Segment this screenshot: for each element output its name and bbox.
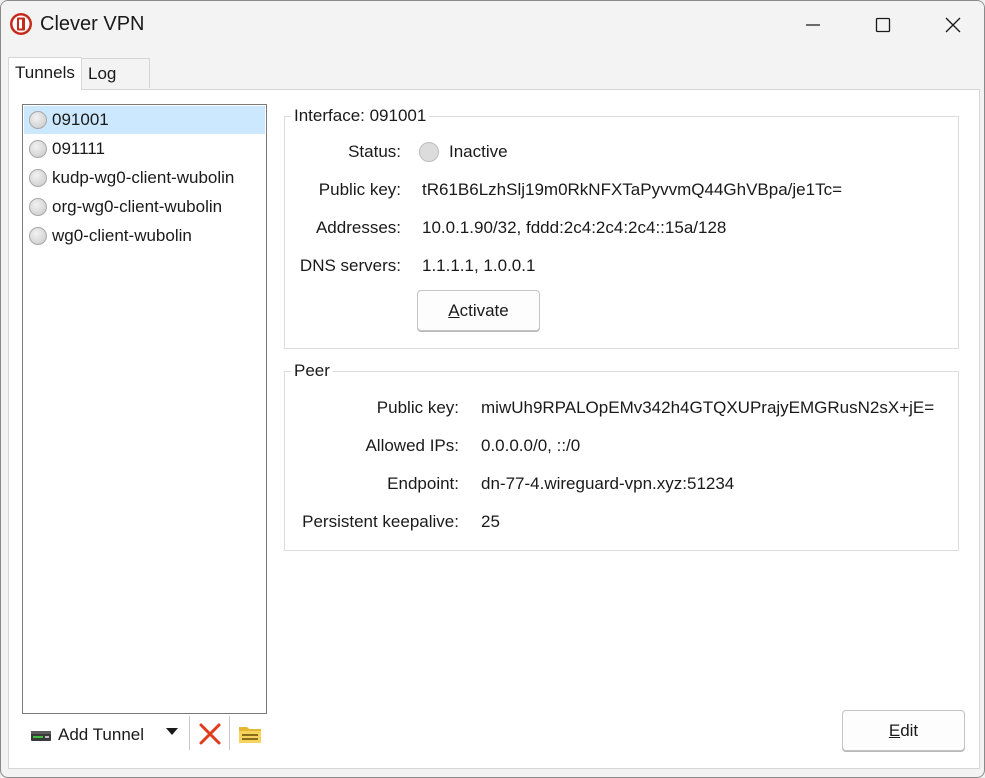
- title-bar[interactable]: Clever VPN: [1, 1, 984, 49]
- delete-icon[interactable]: [198, 722, 222, 746]
- add-tunnel-label: Add Tunnel: [58, 725, 145, 744]
- edit-button[interactable]: Edit: [842, 710, 965, 751]
- add-tunnel-icon: [31, 731, 51, 741]
- peer-public-key-value[interactable]: miwUh9RPALOpEMv342h4GTQXUPrajyEMGRusN2sX…: [481, 398, 934, 418]
- tunnel-name: 091001: [52, 110, 109, 129]
- interface-group: Interface: 091001 Status: Inactive Publi…: [284, 106, 959, 349]
- dns-servers-label: DNS servers:: [299, 256, 401, 275]
- minimize-button[interactable]: [778, 1, 848, 49]
- export-folder-icon[interactable]: [238, 724, 262, 744]
- dropdown-caret-icon[interactable]: [166, 728, 178, 736]
- tunnel-item[interactable]: 091111: [24, 135, 265, 163]
- add-tunnel-button[interactable]: Add Tunnel: [27, 720, 184, 750]
- addresses-value[interactable]: 10.0.1.90/32, fddd:2c4:2c4:2c4::15a/128: [422, 218, 726, 238]
- maximize-icon: [875, 17, 891, 33]
- tab-tunnels[interactable]: Tunnels: [8, 57, 82, 90]
- edit-accel: E: [888, 720, 901, 740]
- app-window: Clever VPN Tunnels Log 091001 091111 kud…: [0, 0, 985, 778]
- tunnel-name: wg0-client-wubolin: [52, 226, 192, 245]
- public-key-label: Public key:: [318, 180, 401, 199]
- status-value: Inactive: [449, 142, 508, 161]
- status-dot-icon: [419, 142, 439, 162]
- tab-log[interactable]: Log: [82, 58, 150, 88]
- peer-public-key-label: Public key:: [376, 398, 459, 417]
- allowed-ips-label: Allowed IPs:: [365, 436, 459, 455]
- addresses-label: Addresses:: [315, 218, 401, 237]
- status-label: Status:: [348, 142, 401, 161]
- peer-group: Peer Public key: miwUh9RPALOpEMv342h4GTQ…: [284, 361, 959, 551]
- status-dot-icon: [29, 140, 47, 158]
- keepalive-label: Persistent keepalive:: [302, 512, 459, 531]
- status-dot-icon: [29, 169, 47, 187]
- keepalive-value[interactable]: 25: [481, 512, 500, 532]
- close-icon: [945, 17, 961, 33]
- tunnel-item[interactable]: org-wg0-client-wubolin: [24, 193, 265, 221]
- activate-accel: A: [448, 300, 460, 320]
- edit-label: dit: [900, 720, 919, 740]
- toolbar-separator: [229, 716, 230, 750]
- tunnel-name: kudp-wg0-client-wubolin: [52, 168, 235, 187]
- dns-servers-value[interactable]: 1.1.1.1, 1.0.0.1: [422, 256, 535, 276]
- tunnel-item[interactable]: 091001: [24, 106, 265, 134]
- close-button[interactable]: [918, 1, 984, 49]
- tunnels-tab-content: 091001 091111 kudp-wg0-client-wubolin or…: [8, 89, 980, 769]
- tunnel-item[interactable]: wg0-client-wubolin: [24, 222, 265, 250]
- window-title: Clever VPN: [40, 13, 145, 35]
- public-key-value[interactable]: tR61B6LzhSlj19m0RkNFXTaPyvvmQ44GhVBpa/je…: [422, 180, 842, 200]
- activate-label: ctivate: [459, 300, 509, 320]
- interface-title: Interface: 091001: [291, 106, 430, 126]
- status-dot-icon: [29, 198, 47, 216]
- toolbar-separator: [189, 716, 190, 750]
- allowed-ips-value[interactable]: 0.0.0.0/0, ::/0: [481, 436, 580, 456]
- tunnel-list[interactable]: 091001 091111 kudp-wg0-client-wubolin or…: [22, 104, 267, 714]
- status-dot-icon: [29, 227, 47, 245]
- app-shield-icon: [10, 13, 32, 35]
- peer-title: Peer: [291, 361, 333, 381]
- endpoint-label: Endpoint:: [387, 474, 459, 493]
- tunnel-name: 091111: [52, 139, 105, 158]
- maximize-button[interactable]: [848, 1, 918, 49]
- tunnel-name: org-wg0-client-wubolin: [52, 197, 223, 216]
- activate-button[interactable]: Activate: [417, 290, 540, 331]
- status-dot-icon: [29, 111, 47, 129]
- tunnel-item[interactable]: kudp-wg0-client-wubolin: [24, 164, 265, 192]
- endpoint-value[interactable]: dn-77-4.wireguard-vpn.xyz:51234: [481, 474, 734, 494]
- minimize-icon: [806, 24, 820, 26]
